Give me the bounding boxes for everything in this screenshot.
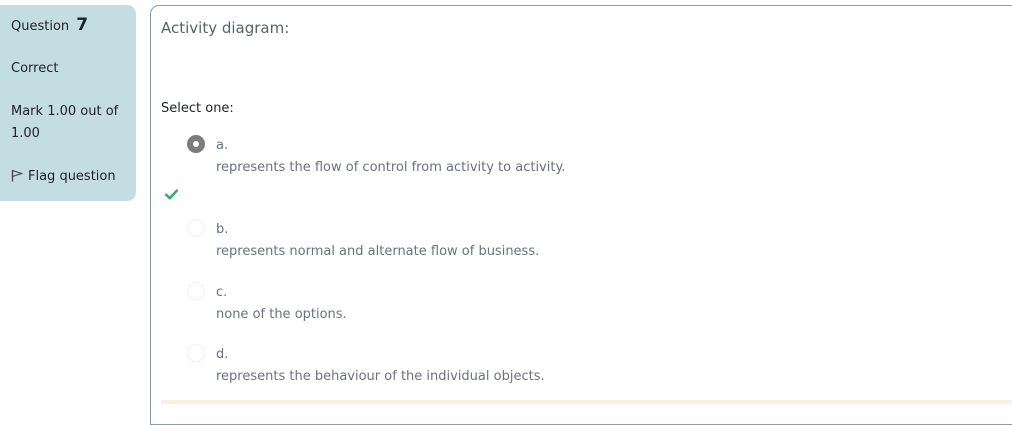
option-c-text[interactable]: none of the options. — [216, 307, 347, 322]
question-grade: Mark 1.00 out of 1.00 — [11, 104, 119, 141]
select-one-prompt: Select one: — [161, 101, 234, 116]
option-b-letter[interactable]: b. — [216, 222, 228, 237]
flag-icon — [11, 166, 28, 186]
option-a-text[interactable]: represents the flow of control from acti… — [216, 160, 565, 175]
option-d-text[interactable]: represents the behaviour of the individu… — [216, 369, 545, 384]
option-c-radio[interactable] — [187, 282, 205, 300]
option-b-radio[interactable] — [187, 219, 205, 237]
option-a-radio[interactable] — [187, 135, 205, 153]
check-icon — [164, 185, 179, 204]
option-d-radio[interactable] — [187, 344, 205, 362]
option-c-letter[interactable]: c. — [216, 285, 227, 300]
flag-question-label: Flag question — [28, 168, 116, 184]
option-b-text[interactable]: represents normal and alternate flow of … — [216, 244, 539, 259]
question-text: Activity diagram: — [161, 19, 290, 37]
question-heading: Question 7 — [11, 15, 88, 35]
question-state: Correct — [11, 61, 59, 76]
option-d-letter[interactable]: d. — [216, 347, 228, 362]
option-a-letter[interactable]: a. — [216, 138, 228, 153]
question-label: Question — [11, 19, 70, 34]
feedback-strip — [161, 400, 1012, 404]
question-number: 7 — [76, 15, 89, 35]
flag-question-link[interactable]: Flag question — [11, 166, 116, 186]
question-content-box — [150, 5, 1012, 425]
